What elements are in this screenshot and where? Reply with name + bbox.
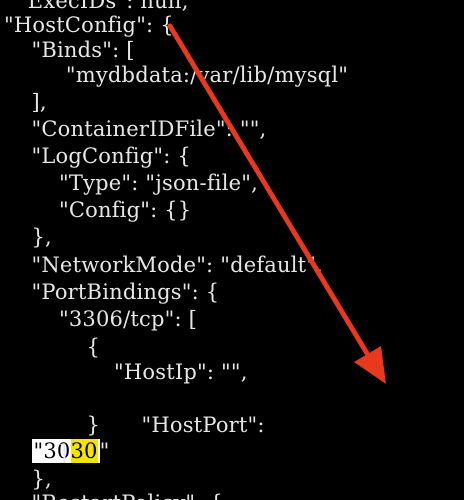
code-line-binds-close: ], xyxy=(4,90,47,114)
code-line-restartpolicy: "RestartPolicy": { xyxy=(4,490,223,500)
code-line-close-brace: } xyxy=(4,413,101,437)
hostport-close-quote: " xyxy=(99,439,110,463)
code-line-portbindings: "PortBindings": { xyxy=(4,280,220,304)
hostport-digits-selected: 30 xyxy=(70,439,98,463)
code-line-hostconfig: "HostConfig": { xyxy=(4,13,174,37)
code-line-logconfig-type: "Type": "json-file", xyxy=(4,171,258,195)
code-line-containeridfile: "ContainerIDFile": "", xyxy=(4,117,267,141)
code-line-binds: "Binds": [ xyxy=(4,38,135,62)
code-line-logconfig-config: "Config": {} xyxy=(4,198,192,222)
code-line-networkmode: "NetworkMode": "default", xyxy=(4,253,324,277)
code-line-open-brace: { xyxy=(4,335,101,359)
annotation-arrow-head xyxy=(354,346,386,384)
code-line-portbindings-close: }, xyxy=(4,467,52,491)
code-line-logconfig: "LogConfig": { xyxy=(4,144,191,168)
code-line-logconfig-close: }, xyxy=(4,225,52,249)
code-line-port-key: "3306/tcp": [ xyxy=(4,307,198,331)
code-line-close-bracket: ] xyxy=(4,441,68,465)
terminal-window[interactable]: ExecIDs": null, "HostConfig": { "Binds":… xyxy=(0,0,464,500)
code-line-binds-value: "mydbdata:/var/lib/mysql" xyxy=(4,63,349,87)
code-line-hostip: "HostIp": "", xyxy=(4,360,248,384)
